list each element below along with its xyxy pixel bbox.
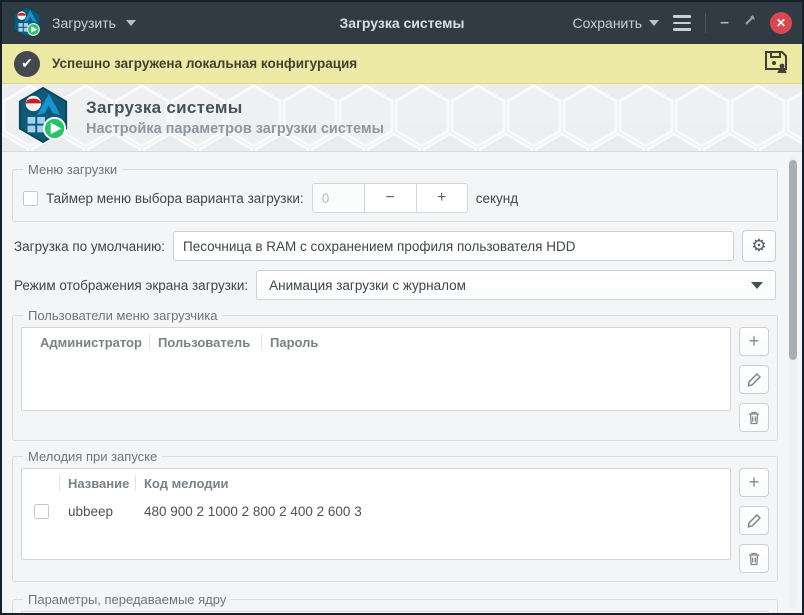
page-subtitle: Настройка параметров загрузки системы <box>86 121 384 137</box>
notification-message: Успешно загружена локальная конфигурация <box>52 56 750 71</box>
melody-edit-button[interactable] <box>739 506 769 535</box>
default-boot-input[interactable] <box>173 231 734 261</box>
users-edit-button[interactable] <box>739 365 769 394</box>
users-table[interactable]: Администратор Пользователь Пароль <box>21 327 731 411</box>
module-logo-icon <box>16 86 70 149</box>
timer-checkbox[interactable] <box>23 191 38 206</box>
timer-unit-label: секунд <box>476 191 518 206</box>
pencil-icon <box>747 373 761 387</box>
melody-row-checkbox[interactable] <box>34 504 49 519</box>
timer-increment-button[interactable]: + <box>416 183 468 213</box>
users-add-button[interactable]: + <box>739 327 769 356</box>
kernel-col-option: Опция <box>60 612 250 613</box>
group-users-legend: Пользователи меню загрузчика <box>23 308 222 323</box>
melody-table[interactable]: Название Код мелодии ubbeep 480 900 2 10… <box>21 468 731 560</box>
app-window: Загрузка системы Загрузить <box>0 0 804 615</box>
save-local-config-icon[interactable] <box>762 47 790 80</box>
timer-label: Таймер меню выбора варианта загрузки: <box>46 191 304 206</box>
kernel-col-description: Описание <box>250 612 768 613</box>
display-mode-select[interactable]: Анимация загрузки с журналом <box>256 270 776 300</box>
users-col-user: Пользователь <box>150 328 262 356</box>
load-menu-label: Загрузить <box>52 15 116 31</box>
scrollbar-thumb[interactable] <box>789 160 797 360</box>
titlebar: Загрузка системы Загрузить <box>2 2 802 44</box>
kernel-params-table[interactable]: Опция Описание noplymouth Отключить Plym… <box>21 611 769 613</box>
restore-button[interactable] <box>743 14 756 32</box>
default-boot-row: Загрузка по умолчанию: ⚙ <box>14 230 776 262</box>
group-bootloader-users: Пользователи меню загрузчика Администрат… <box>12 308 778 441</box>
melody-row[interactable]: ubbeep 480 900 2 1000 2 800 2 400 2 600 … <box>22 497 730 525</box>
save-dropdown-arrow-icon <box>649 20 659 26</box>
timer-decrement-button[interactable]: − <box>364 183 416 213</box>
users-table-header: Администратор Пользователь Пароль <box>22 328 730 356</box>
group-melody-legend: Мелодия при запуске <box>23 449 162 464</box>
group-kernel-legend: Параметры, передаваемые ядру <box>23 592 231 607</box>
default-boot-label: Загрузка по умолчанию: <box>14 239 165 254</box>
titlebar-separator <box>705 13 706 33</box>
display-mode-value: Анимация загрузки с журналом <box>269 278 466 293</box>
plus-icon: + <box>749 331 760 352</box>
users-delete-button[interactable] <box>739 403 769 432</box>
select-dropdown-arrow-icon <box>751 282 763 289</box>
load-menu-button[interactable]: Загрузить <box>12 6 136 41</box>
close-button[interactable]: ✕ <box>770 12 792 34</box>
pencil-icon <box>747 514 761 528</box>
melody-table-header: Название Код мелодии <box>22 469 730 497</box>
group-kernel-params: Параметры, передаваемые ядру Опция Описа… <box>12 592 778 613</box>
plus-icon: + <box>749 472 760 493</box>
users-col-admin: Администратор <box>32 328 150 356</box>
content-area: Меню загрузки Таймер меню выбора вариант… <box>2 152 802 613</box>
users-col-password: Пароль <box>262 328 730 356</box>
minimize-button[interactable]: – <box>720 18 729 28</box>
group-boot-menu-legend: Меню загрузки <box>23 162 122 177</box>
kernel-table-header: Опция Описание <box>22 612 768 613</box>
timer-value[interactable]: 0 <box>312 183 364 213</box>
melody-delete-button[interactable] <box>739 544 769 573</box>
gear-icon[interactable]: ⚙ <box>742 230 776 262</box>
module-header: Загрузка системы Настройка параметров за… <box>2 84 802 152</box>
display-mode-label: Режим отображения экрана загрузки: <box>14 278 248 293</box>
melody-col-code: Код мелодии <box>136 469 730 497</box>
save-menu-button[interactable]: Сохранить <box>573 15 660 31</box>
notification-bar: ✔ Успешно загружена локальная конфигурац… <box>2 44 802 84</box>
display-mode-row: Режим отображения экрана загрузки: Анима… <box>14 270 776 300</box>
trash-icon <box>747 410 761 425</box>
group-startup-melody: Мелодия при запуске Название Код мелодии… <box>12 449 778 582</box>
melody-row-code: 480 900 2 1000 2 800 2 400 2 600 3 <box>136 497 730 525</box>
app-logo-icon <box>12 6 42 41</box>
timer-spinbox: 0 − + <box>312 183 468 213</box>
page-title: Загрузка системы <box>86 98 384 118</box>
load-dropdown-arrow-icon <box>126 20 136 26</box>
group-boot-menu: Меню загрузки Таймер меню выбора вариант… <box>12 162 778 222</box>
save-menu-label: Сохранить <box>573 15 643 31</box>
hamburger-menu-icon[interactable] <box>673 15 691 31</box>
melody-add-button[interactable]: + <box>739 468 769 497</box>
trash-icon <box>747 551 761 566</box>
melody-col-name: Название <box>60 469 136 497</box>
melody-row-name: ubbeep <box>60 497 136 525</box>
success-check-icon: ✔ <box>14 51 40 77</box>
